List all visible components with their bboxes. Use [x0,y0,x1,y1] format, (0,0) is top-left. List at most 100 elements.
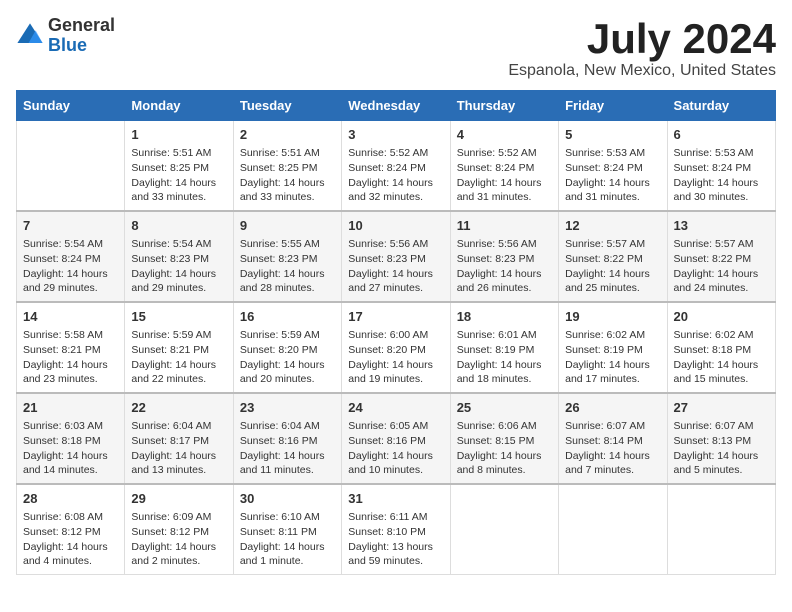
calendar-cell: 2 Sunrise: 5:51 AM Sunset: 8:25 PM Daylig… [233,121,341,211]
calendar-cell: 19Sunrise: 6:02 AM Sunset: 8:19 PM Dayli… [559,302,667,393]
day-number: 8 [131,217,226,235]
calendar-cell: 23 Sunrise: 6:04 AM Sunset: 8:16 PM Dayli… [233,393,341,484]
calendar-cell: 1Sunrise: 5:51 AM Sunset: 8:25 PM Daylig… [125,121,233,211]
day-number: 13 [674,217,769,235]
logo-general: General [48,15,115,35]
day-info: Sunrise: 6:04 AM Sunset: 8:17 PM Dayligh… [131,419,226,478]
day-info: Sunrise: 5:59 AM Sunset: 8:21 PM Dayligh… [131,328,226,387]
logo-icon [16,22,44,50]
calendar-cell [450,484,558,574]
main-title: July 2024 [508,16,776,62]
calendar-cell: 14 Sunrise: 5:58 AM Sunset: 8:21 PM Dayli… [17,302,125,393]
day-info: Sunrise: 6:07 AM Sunset: 8:13 PM Dayligh… [674,419,769,478]
calendar-cell: 12 Sunrise: 5:57 AM Sunset: 8:22 PM Dayli… [559,211,667,302]
day-info: Sunrise: 5:54 AM Sunset: 8:23 PM Dayligh… [131,237,226,296]
calendar-cell: 24 Sunrise: 6:05 AM Sunset: 8:16 PM Dayli… [342,393,450,484]
day-number: 14 [23,308,118,326]
logo-blue: Blue [48,35,87,55]
day-number: 15 [131,308,226,326]
day-info: Sunrise: 5:56 AM Sunset: 8:23 PM Dayligh… [457,237,552,296]
day-info: Sunrise: 5:57 AM Sunset: 8:22 PM Dayligh… [674,237,769,296]
logo-text: General Blue [48,16,115,56]
day-number: 24 [348,399,443,417]
day-info: Sunrise: 5:54 AM Sunset: 8:24 PM Dayligh… [23,237,118,296]
calendar-cell: 18 Sunrise: 6:01 AM Sunset: 8:19 PM Dayli… [450,302,558,393]
day-info: Sunrise: 6:02 AM Sunset: 8:19 PM Dayligh… [565,328,660,387]
calendar-cell: 15 Sunrise: 5:59 AM Sunset: 8:21 PM Dayli… [125,302,233,393]
day-number: 26 [565,399,660,417]
week-row-2: 7 Sunrise: 5:54 AM Sunset: 8:24 PM Daylig… [17,211,776,302]
day-info: Sunrise: 5:53 AM Sunset: 8:24 PM Dayligh… [674,146,769,205]
day-info: Sunrise: 5:59 AM Sunset: 8:20 PM Dayligh… [240,328,335,387]
header-row: SundayMondayTuesdayWednesdayThursdayFrid… [17,91,776,121]
day-info: Sunrise: 6:00 AM Sunset: 8:20 PM Dayligh… [348,328,443,387]
day-number: 11 [457,217,552,235]
day-number: 31 [348,490,443,508]
subtitle: Espanola, New Mexico, United States [508,62,776,80]
day-number: 7 [23,217,118,235]
calendar-cell: 6Sunrise: 5:53 AM Sunset: 8:24 PM Daylig… [667,121,775,211]
day-number: 30 [240,490,335,508]
day-number: 29 [131,490,226,508]
day-number: 25 [457,399,552,417]
header-day-tuesday: Tuesday [233,91,341,121]
calendar-cell: 7 Sunrise: 5:54 AM Sunset: 8:24 PM Daylig… [17,211,125,302]
calendar-cell: 10 Sunrise: 5:56 AM Sunset: 8:23 PM Dayli… [342,211,450,302]
header: General Blue July 2024 Espanola, New Mex… [16,16,776,80]
day-number: 21 [23,399,118,417]
day-info: Sunrise: 5:57 AM Sunset: 8:22 PM Dayligh… [565,237,660,296]
day-info: Sunrise: 5:56 AM Sunset: 8:23 PM Dayligh… [348,237,443,296]
calendar-cell: 25 Sunrise: 6:06 AM Sunset: 8:15 PM Dayli… [450,393,558,484]
day-info: Sunrise: 5:58 AM Sunset: 8:21 PM Dayligh… [23,328,118,387]
day-number: 20 [674,308,769,326]
day-info: Sunrise: 6:10 AM Sunset: 8:11 PM Dayligh… [240,510,335,569]
day-info: Sunrise: 6:04 AM Sunset: 8:16 PM Dayligh… [240,419,335,478]
day-number: 12 [565,217,660,235]
week-row-1: 1Sunrise: 5:51 AM Sunset: 8:25 PM Daylig… [17,121,776,211]
calendar-cell: 16Sunrise: 5:59 AM Sunset: 8:20 PM Dayli… [233,302,341,393]
day-number: 22 [131,399,226,417]
day-info: Sunrise: 6:06 AM Sunset: 8:15 PM Dayligh… [457,419,552,478]
calendar-cell: 3 Sunrise: 5:52 AM Sunset: 8:24 PM Daylig… [342,121,450,211]
day-number: 28 [23,490,118,508]
calendar-cell: 29 Sunrise: 6:09 AM Sunset: 8:12 PM Dayli… [125,484,233,574]
day-info: Sunrise: 5:52 AM Sunset: 8:24 PM Dayligh… [348,146,443,205]
day-number: 4 [457,126,552,144]
day-info: Sunrise: 5:52 AM Sunset: 8:24 PM Dayligh… [457,146,552,205]
day-number: 23 [240,399,335,417]
calendar-cell: 8 Sunrise: 5:54 AM Sunset: 8:23 PM Daylig… [125,211,233,302]
week-row-4: 21Sunrise: 6:03 AM Sunset: 8:18 PM Dayli… [17,393,776,484]
calendar-cell: 28Sunrise: 6:08 AM Sunset: 8:12 PM Dayli… [17,484,125,574]
day-info: Sunrise: 6:05 AM Sunset: 8:16 PM Dayligh… [348,419,443,478]
calendar-cell: 17 Sunrise: 6:00 AM Sunset: 8:20 PM Dayli… [342,302,450,393]
calendar-cell [559,484,667,574]
calendar-cell: 31Sunrise: 6:11 AM Sunset: 8:10 PM Dayli… [342,484,450,574]
day-info: Sunrise: 5:51 AM Sunset: 8:25 PM Dayligh… [131,146,226,205]
day-number: 3 [348,126,443,144]
day-number: 2 [240,126,335,144]
day-number: 17 [348,308,443,326]
day-number: 5 [565,126,660,144]
calendar-cell: 5 Sunrise: 5:53 AM Sunset: 8:24 PM Daylig… [559,121,667,211]
day-info: Sunrise: 6:01 AM Sunset: 8:19 PM Dayligh… [457,328,552,387]
day-info: Sunrise: 6:07 AM Sunset: 8:14 PM Dayligh… [565,419,660,478]
day-number: 18 [457,308,552,326]
logo: General Blue [16,16,115,56]
day-number: 27 [674,399,769,417]
day-info: Sunrise: 5:53 AM Sunset: 8:24 PM Dayligh… [565,146,660,205]
header-day-wednesday: Wednesday [342,91,450,121]
calendar-cell [667,484,775,574]
header-day-sunday: Sunday [17,91,125,121]
title-area: July 2024 Espanola, New Mexico, United S… [508,16,776,80]
week-row-3: 14 Sunrise: 5:58 AM Sunset: 8:21 PM Dayli… [17,302,776,393]
calendar-cell: 11 Sunrise: 5:56 AM Sunset: 8:23 PM Dayli… [450,211,558,302]
header-day-thursday: Thursday [450,91,558,121]
day-number: 10 [348,217,443,235]
day-info: Sunrise: 5:51 AM Sunset: 8:25 PM Dayligh… [240,146,335,205]
day-info: Sunrise: 6:09 AM Sunset: 8:12 PM Dayligh… [131,510,226,569]
calendar-table: SundayMondayTuesdayWednesdayThursdayFrid… [16,90,776,575]
calendar-cell: 27 Sunrise: 6:07 AM Sunset: 8:13 PM Dayli… [667,393,775,484]
calendar-cell: 13 Sunrise: 5:57 AM Sunset: 8:22 PM Dayli… [667,211,775,302]
calendar-cell: 21Sunrise: 6:03 AM Sunset: 8:18 PM Dayli… [17,393,125,484]
header-day-monday: Monday [125,91,233,121]
